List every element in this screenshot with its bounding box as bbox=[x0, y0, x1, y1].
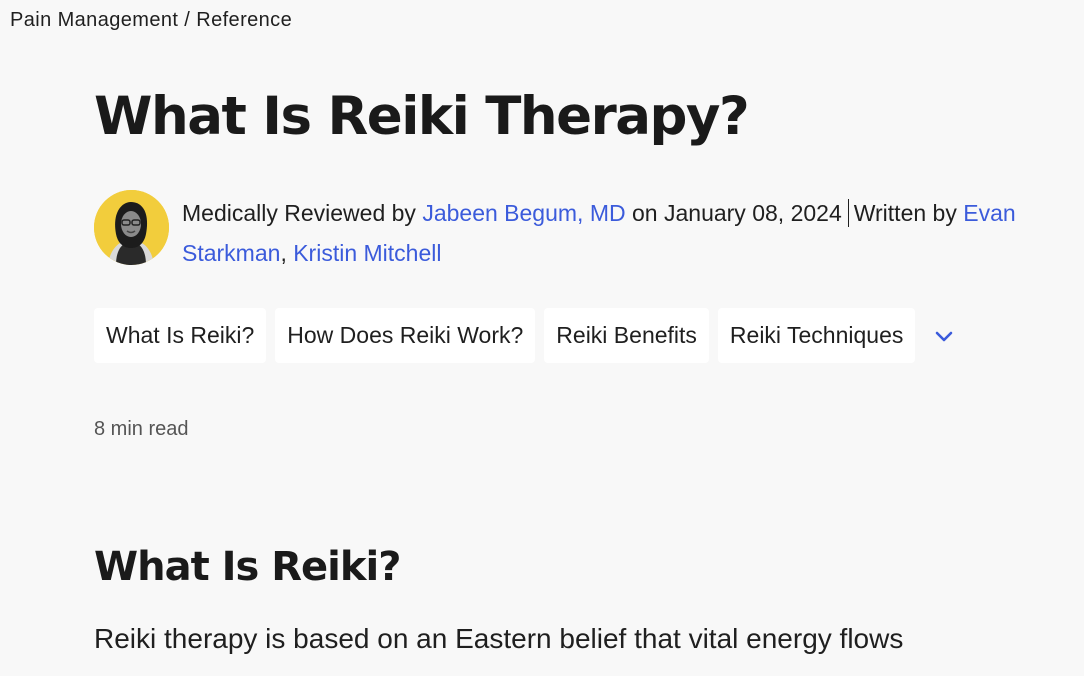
page: Pain Management / Reference What Is Reik… bbox=[0, 0, 1084, 676]
chevron-down-icon bbox=[936, 331, 953, 341]
author-link-kristin-mitchell[interactable]: Kristin Mitchell bbox=[293, 240, 441, 266]
byline: Medically Reviewed by Jabeen Begum, MD o… bbox=[94, 190, 1069, 273]
breadcrumb-separator: / bbox=[184, 9, 191, 31]
toc-item-reiki-techniques[interactable]: Reiki Techniques bbox=[717, 308, 916, 363]
read-time: 8 min read bbox=[94, 418, 189, 440]
date-prefix: on bbox=[632, 200, 658, 226]
byline-divider bbox=[847, 199, 849, 227]
toc-item-how-does-reiki-work[interactable]: How Does Reiki Work? bbox=[275, 308, 536, 363]
reviewer-avatar[interactable] bbox=[94, 190, 169, 265]
breadcrumb: Pain Management / Reference bbox=[10, 9, 292, 32]
reviewer-link[interactable]: Jabeen Begum, MD bbox=[422, 200, 625, 226]
toc-item-what-is-reiki[interactable]: What Is Reiki? bbox=[94, 308, 267, 363]
author-separator: , bbox=[280, 240, 287, 266]
page-title: What Is Reiki Therapy? bbox=[94, 86, 750, 147]
section-heading: What Is Reiki? bbox=[94, 544, 401, 590]
toc-item-reiki-benefits[interactable]: Reiki Benefits bbox=[544, 308, 709, 363]
reviewed-by-label: Medically Reviewed by bbox=[182, 200, 416, 226]
byline-text: Medically Reviewed by Jabeen Begum, MD o… bbox=[182, 193, 1062, 273]
avatar-portrait-icon bbox=[94, 190, 169, 265]
review-date: January 08, 2024 bbox=[663, 200, 842, 226]
table-of-contents: What Is Reiki? How Does Reiki Work? Reik… bbox=[94, 308, 964, 363]
section-paragraph: Reiki therapy is based on an Eastern bel… bbox=[94, 623, 904, 654]
toc-expand-button[interactable] bbox=[924, 308, 964, 363]
written-by-label: Written by bbox=[853, 200, 957, 226]
breadcrumb-pain-management[interactable]: Pain Management bbox=[10, 9, 178, 31]
breadcrumb-reference[interactable]: Reference bbox=[196, 9, 292, 31]
